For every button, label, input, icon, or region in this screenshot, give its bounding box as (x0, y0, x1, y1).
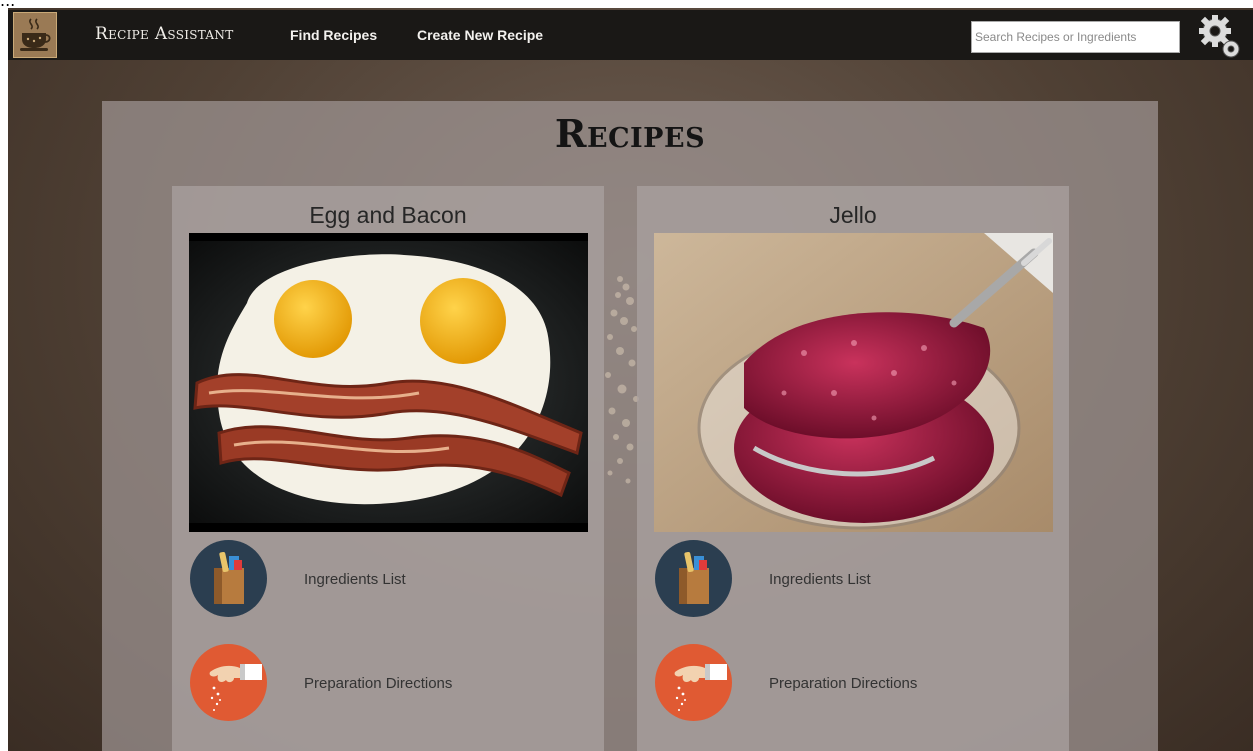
page-title: Recipes (554, 111, 706, 156)
grocery-bag-icon (655, 540, 732, 617)
preparation-directions-label: Preparation Directions (304, 675, 453, 692)
recipe-image[interactable] (189, 233, 588, 532)
top-caption: ... (0, 0, 1253, 8)
ingredients-list-link[interactable]: Ingredients List (652, 538, 1052, 618)
ingredients-list-link[interactable]: Ingredients List (187, 538, 587, 618)
logo[interactable] (13, 12, 57, 58)
grocery-bag-icon (190, 540, 267, 617)
nav-find-recipes[interactable]: Find Recipes (290, 27, 377, 43)
app-brand[interactable]: Recipe Assistant (95, 24, 234, 44)
preparation-directions-label: Preparation Directions (769, 675, 918, 692)
coffee-cup-icon (20, 18, 51, 51)
salt-pinch-hand-icon (190, 644, 267, 721)
recipes-panel: Recipes Egg and Bacon Ingredients List P… (102, 101, 1158, 751)
salt-pinch-hand-icon (655, 644, 732, 721)
nav-create-new-recipe[interactable]: Create New Recipe (417, 27, 543, 43)
ingredients-list-label: Ingredients List (304, 571, 406, 588)
recipe-title[interactable]: Egg and Bacon (172, 202, 604, 229)
recipe-card-egg-and-bacon[interactable]: Egg and Bacon Ingredients List Preparati… (172, 186, 604, 751)
navbar: Recipe Assistant Find Recipes Create New… (8, 10, 1253, 60)
settings-button[interactable] (1197, 12, 1243, 60)
gears-icon (1199, 15, 1240, 58)
recipe-image[interactable] (654, 233, 1053, 532)
preparation-directions-link[interactable]: Preparation Directions (187, 642, 587, 722)
app-window: Recipe Assistant Find Recipes Create New… (8, 8, 1253, 751)
search-input[interactable] (971, 21, 1180, 53)
ingredients-list-label: Ingredients List (769, 571, 871, 588)
recipe-title[interactable]: Jello (637, 202, 1069, 229)
preparation-directions-link[interactable]: Preparation Directions (652, 642, 1052, 722)
recipe-card-jello[interactable]: Jello Ingredients List Preparation Direc… (637, 186, 1069, 751)
